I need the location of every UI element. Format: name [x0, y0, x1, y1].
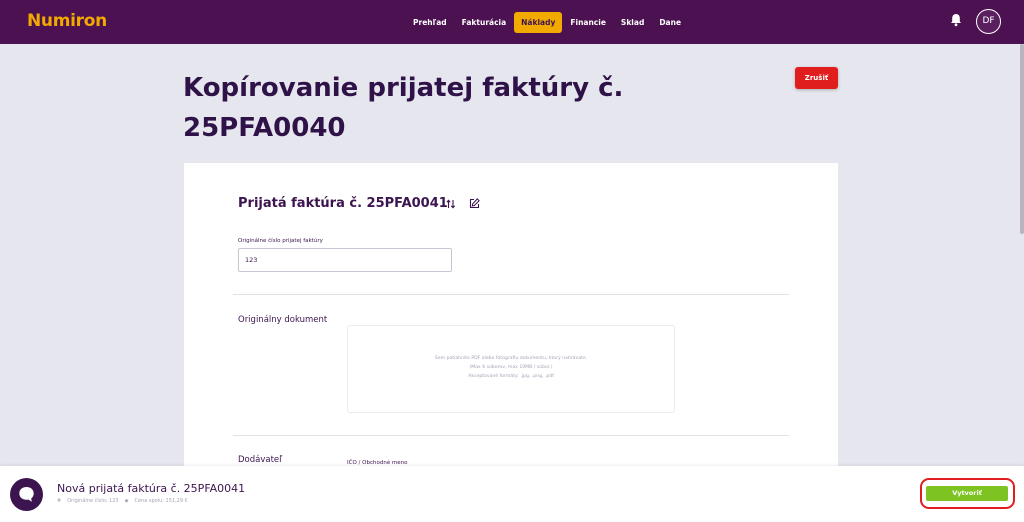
- nav-item-sklad[interactable]: Sklad: [614, 12, 651, 33]
- footer-meta: # Originálne číslo: 123 ◆ Cena spolu: 15…: [57, 498, 194, 504]
- footer-total-price: Cena spolu: 151,29 €: [134, 498, 188, 504]
- sort-icon[interactable]: [446, 199, 456, 209]
- hash-icon: #: [57, 498, 62, 504]
- chat-icon[interactable]: [10, 478, 43, 511]
- footer-invoice-title: Nová prijatá faktúra č. 25PFA0041: [57, 482, 246, 495]
- supplier-label: Dodávateľ: [238, 455, 283, 465]
- dropzone-instruction: Sem potiahnite PDF alebo fotografiu doku…: [434, 356, 588, 361]
- cancel-button[interactable]: Zrušiť: [795, 67, 838, 89]
- original-number-label: Originálne číslo prijatej faktúry: [238, 238, 323, 244]
- document-dropzone[interactable]: Sem potiahnite PDF alebo fotografiu doku…: [347, 325, 675, 413]
- nav-item-dane[interactable]: Dane: [652, 12, 688, 33]
- user-avatar[interactable]: DF: [976, 9, 1001, 34]
- nav-item-naklady[interactable]: Náklady: [514, 11, 563, 33]
- invoice-heading: Prijatá faktúra č. 25PFA0041: [238, 196, 448, 211]
- nav-item-fakturacia[interactable]: Fakturácia: [455, 12, 514, 33]
- page-title: Kopírovanie prijatej faktúry č. 25PFA004…: [183, 73, 624, 143]
- section-divider: [233, 294, 789, 295]
- footer-original-number: Originálne číslo: 123: [67, 498, 119, 504]
- tag-icon: ◆: [124, 498, 129, 504]
- nav-item-financie[interactable]: Financie: [563, 12, 613, 33]
- nav-item-prehlad[interactable]: Prehľad: [406, 12, 454, 33]
- invoice-form-card: Prijatá faktúra č. 25PFA0041 Originálne …: [184, 163, 838, 473]
- edit-icon[interactable]: [469, 198, 480, 209]
- bottom-action-bar: Nová prijatá faktúra č. 25PFA0041 # Orig…: [0, 466, 1024, 522]
- app-logo[interactable]: Numiron: [27, 11, 107, 31]
- bell-icon[interactable]: [950, 13, 962, 27]
- dropzone-formats: Akceptované formáty: .jpg, .png, .pdf: [468, 374, 554, 379]
- page-scrollbar[interactable]: [1020, 44, 1024, 234]
- create-button[interactable]: Vytvoriť: [926, 486, 1008, 501]
- main-nav: Prehľad Fakturácia Náklady Financie Skla…: [406, 11, 689, 33]
- section-divider: [233, 435, 789, 436]
- top-navbar: Numiron Prehľad Fakturácia Náklady Finan…: [0, 0, 1024, 44]
- original-number-input[interactable]: 123: [238, 248, 452, 272]
- dropzone-limits: (Max 6 súborov, max 10MB / súbor.): [469, 365, 553, 370]
- original-document-label: Originálny dokument: [238, 315, 328, 325]
